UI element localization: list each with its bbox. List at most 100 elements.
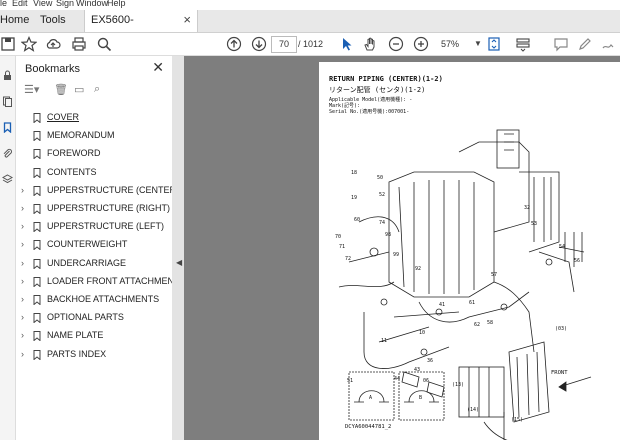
- document-page: RETURN PIPING (CENTER)(1-2) リターン配管 (センタ)…: [319, 62, 620, 440]
- zoom-out-icon[interactable]: [388, 36, 404, 52]
- bookmark-label: UPPERSTRUCTURE (LEFT): [47, 221, 165, 232]
- lock-icon[interactable]: [2, 70, 13, 81]
- chevron-right-icon[interactable]: ›: [21, 255, 24, 271]
- bookmark-star-icon[interactable]: [20, 36, 38, 52]
- zoom-level-dropdown[interactable]: 57%: [441, 37, 459, 51]
- bookmarks-toolbar: ☰▾ 🗑 ▭ ⌕: [24, 83, 164, 101]
- page-total: / 1012: [298, 39, 324, 49]
- bookmark-item[interactable]: › BACKHOE ATTACHMENTS: [16, 291, 172, 307]
- chevron-right-icon[interactable]: ›: [21, 273, 24, 289]
- document-viewer[interactable]: RETURN PIPING (CENTER)(1-2) リターン配管 (センタ)…: [184, 56, 620, 440]
- chevron-right-icon[interactable]: ›: [21, 182, 24, 198]
- fill-sign-icon[interactable]: [601, 36, 617, 52]
- chevron-down-icon[interactable]: ▼: [470, 36, 486, 52]
- page-fit-icon[interactable]: [486, 36, 502, 52]
- bookmark-item[interactable]: › UPPERSTRUCTURE (CENTER): [16, 182, 179, 198]
- menu-window[interactable]: Window: [76, 0, 108, 8]
- bookmark-label: LOADER FRONT ATTACHMENTS: [47, 275, 186, 286]
- bookmark-item[interactable]: › UNDERCARRIAGE: [16, 255, 172, 271]
- parts-diagram: [338, 129, 592, 440]
- chevron-right-icon[interactable]: ›: [21, 346, 24, 362]
- find-icon[interactable]: [96, 36, 112, 52]
- print-icon[interactable]: [71, 36, 87, 52]
- tab-tools[interactable]: Tools: [40, 10, 70, 32]
- bookmark-item[interactable]: › PARTS INDEX: [16, 346, 172, 362]
- bookmark-icon: [33, 239, 41, 251]
- callout: 19: [351, 195, 358, 201]
- menu-edit[interactable]: Edit: [12, 0, 28, 8]
- bookmark-item[interactable]: › UPPERSTRUCTURE (LEFT): [16, 218, 172, 234]
- chevron-right-icon[interactable]: ›: [21, 218, 24, 234]
- bookmark-icon: [33, 221, 41, 233]
- bookmarks-panel-icon[interactable]: [2, 122, 13, 134]
- new-bookmark-icon[interactable]: ▭: [74, 83, 84, 96]
- menu-sign[interactable]: Sign: [56, 0, 74, 8]
- toolbar: 70 / 1012 57% ▼: [0, 33, 620, 56]
- bookmark-label: FOREWORD: [47, 148, 101, 159]
- chevron-right-icon[interactable]: ›: [21, 309, 24, 325]
- tab-document[interactable]: EX5600-7B(CUMM... ×: [84, 10, 198, 46]
- bookmark-item[interactable]: CONTENTS: [16, 164, 172, 180]
- delete-bookmark-icon[interactable]: 🗑: [54, 83, 68, 96]
- bookmark-item[interactable]: › LOADER FRONT ATTACHMENTS: [16, 273, 186, 289]
- bookmark-icon: [33, 130, 41, 142]
- hand-tool-icon[interactable]: [362, 36, 378, 52]
- find-bookmark-icon[interactable]: ⌕: [94, 83, 100, 96]
- chevron-right-icon[interactable]: ›: [21, 200, 24, 216]
- bookmark-item[interactable]: › OPTIONAL PARTS: [16, 309, 172, 325]
- options-menu-icon[interactable]: ☰▾: [24, 83, 39, 96]
- bookmark-item[interactable]: COVER: [16, 109, 172, 125]
- close-icon[interactable]: ✕: [152, 59, 164, 76]
- zoom-in-icon[interactable]: [413, 36, 429, 52]
- callout: 52: [379, 192, 386, 198]
- callout: 92: [415, 266, 422, 272]
- save-icon[interactable]: [0, 36, 16, 52]
- comment-icon[interactable]: [553, 36, 569, 52]
- menu-view[interactable]: View: [33, 0, 52, 8]
- select-cursor-icon[interactable]: [339, 36, 355, 52]
- page-title: RETURN PIPING (CENTER)(1-2): [329, 75, 443, 83]
- bookmark-label: OPTIONAL PARTS: [47, 312, 124, 323]
- bookmark-item[interactable]: FOREWORD: [16, 145, 172, 161]
- bookmarks-panel: Bookmarks ✕ ☰▾ 🗑 ▭ ⌕ COVER MEMORANDUM FORE…: [16, 56, 186, 440]
- chevron-right-icon[interactable]: ›: [21, 236, 24, 252]
- bookmark-icon: [33, 112, 41, 124]
- bookmark-label: NAME PLATE: [47, 330, 104, 341]
- chevron-right-icon[interactable]: ›: [21, 291, 24, 307]
- chevron-right-icon[interactable]: ›: [21, 327, 24, 343]
- bookmark-icon: [33, 276, 41, 288]
- bookmark-icon: [33, 349, 41, 361]
- bookmark-item[interactable]: › UPPERSTRUCTURE (RIGHT): [16, 200, 172, 216]
- bookmark-label: CONTENTS: [47, 166, 97, 177]
- callout: 74: [379, 220, 386, 226]
- callout: 62: [474, 322, 481, 328]
- scroll-mode-icon[interactable]: [515, 36, 531, 52]
- bookmark-item[interactable]: › NAME PLATE: [16, 327, 172, 343]
- next-page-icon[interactable]: [251, 36, 267, 52]
- menu-file[interactable]: le: [0, 0, 7, 8]
- bookmark-item[interactable]: › COUNTERWEIGHT: [16, 236, 172, 252]
- front-label: FRONT: [551, 370, 568, 376]
- callout: 99: [393, 252, 400, 258]
- menu-help[interactable]: Help: [107, 0, 126, 8]
- callout: 10: [419, 330, 426, 336]
- callout: 61: [469, 300, 476, 306]
- page-number-input[interactable]: 70: [271, 36, 297, 53]
- tab-home[interactable]: Home: [0, 10, 30, 32]
- collapse-panel-icon[interactable]: ◀: [176, 258, 182, 267]
- panel-splitter[interactable]: [172, 56, 184, 440]
- callout: 11: [381, 338, 388, 344]
- page-thumbnails-icon[interactable]: [2, 96, 13, 107]
- callout: (03): [555, 326, 568, 332]
- close-tab-icon[interactable]: ×: [183, 10, 191, 30]
- bookmark-icon: [33, 312, 41, 324]
- layers-icon[interactable]: [1, 174, 14, 185]
- previous-page-icon[interactable]: [226, 36, 242, 52]
- callout: 43: [414, 367, 421, 373]
- bookmark-item[interactable]: MEMORANDUM: [16, 127, 172, 143]
- highlight-pen-icon[interactable]: [577, 36, 593, 52]
- upload-cloud-icon[interactable]: [45, 36, 61, 52]
- attachments-icon[interactable]: [2, 148, 13, 159]
- callout: 72: [345, 256, 352, 262]
- callout: 57: [491, 272, 498, 278]
